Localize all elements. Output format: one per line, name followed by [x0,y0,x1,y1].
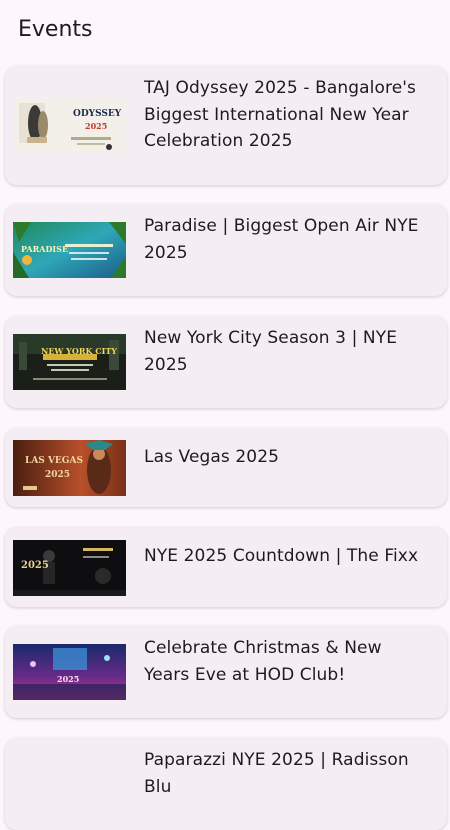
new-york-city-poster-icon: NEW YORK CITY [13,334,126,390]
las-vegas-poster-icon: LAS VEGAS 2025 [13,440,126,496]
event-title: Paparazzi NYE 2025 | Radisson Blu [144,750,409,797]
event-card[interactable]: 2025 Celebrate Christmas & New Years Eve… [5,626,447,718]
event-title: New York City Season 3 | NYE 2025 [144,328,398,375]
event-card[interactable]: 2025 NYE 2025 Countdown | The Fixx [5,527,447,607]
event-title: TAJ Odyssey 2025 - Bangalore's Biggest I… [144,78,416,151]
event-card[interactable]: PARADISE Paradise | Biggest Open Air NYE… [5,204,447,296]
odyssey-poster-icon: ODYSSEY 2025 [13,97,126,153]
paradise-poster-icon: PARADISE [13,222,126,278]
event-card[interactable]: Paparazzi NYE 2025 | Radisson Blu [5,738,447,830]
event-title: Paradise | Biggest Open Air NYE 2025 [144,216,419,263]
fixx-poster-icon: 2025 [13,540,126,596]
page-title: Events [18,16,93,42]
event-title: NYE 2025 Countdown | The Fixx [144,546,419,566]
hod-club-poster-icon: 2025 [13,644,126,700]
event-card[interactable]: ODYSSEY 2025 TAJ Odyssey 2025 - Bangalor… [5,66,447,185]
event-title: Las Vegas 2025 [144,447,280,467]
event-title: Celebrate Christmas & New Years Eve at H… [144,638,382,685]
event-card[interactable]: LAS VEGAS 2025 Las Vegas 2025 [5,428,447,507]
event-card[interactable]: NEW YORK CITY New York City Season 3 | N… [5,316,447,408]
